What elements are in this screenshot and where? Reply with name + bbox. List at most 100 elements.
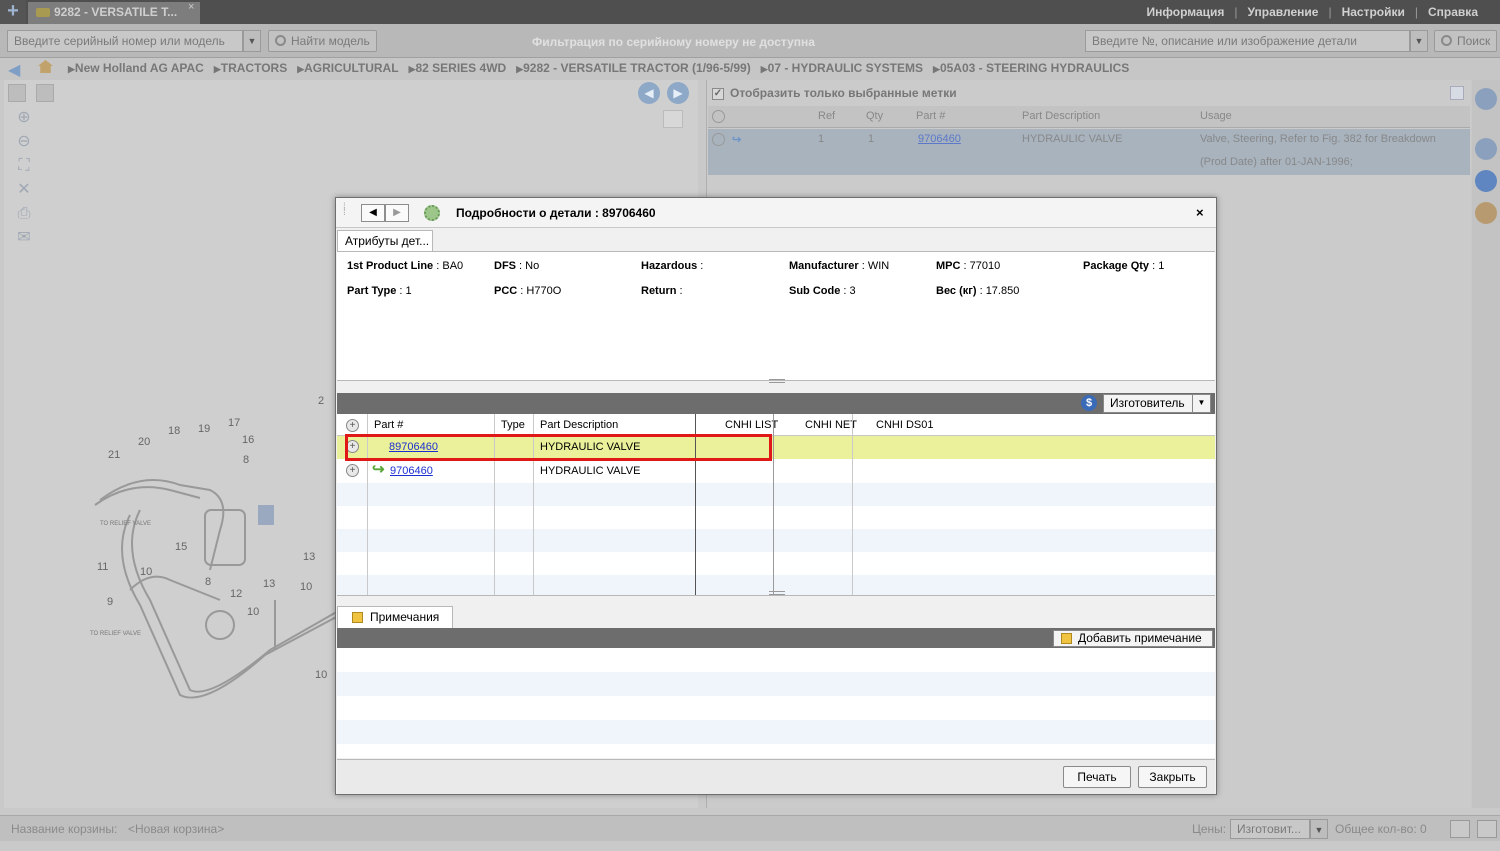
panel-toggle-icon[interactable] — [663, 110, 683, 128]
prev-part-button[interactable]: ◀ — [361, 204, 385, 222]
attr-return: Return : — [641, 285, 683, 297]
parts-toolbar: $ Изготовитель ▼ — [337, 393, 1215, 414]
attr-pcc: PCC : H770O — [494, 285, 562, 297]
panel-menu-icon[interactable] — [1450, 86, 1464, 100]
col-part: Part # — [916, 110, 946, 122]
menu-help[interactable]: Справка — [1428, 5, 1478, 19]
table-row[interactable]: + ↪ 9706460 HYDRAULIC VALVE — [337, 459, 1215, 482]
menu-settings[interactable]: Настройки — [1342, 5, 1405, 19]
prev-page-icon[interactable]: ◀ — [638, 82, 660, 104]
col-desc: Part Description — [1022, 110, 1101, 122]
manufacturer-select[interactable]: Изготовитель ▼ — [1103, 394, 1211, 413]
add-tab-button[interactable]: + — [0, 0, 26, 24]
dialog-title: Подробности о детали : 89706460 — [456, 206, 656, 220]
drag-handle-icon[interactable]: ⁞ ⁞ — [343, 203, 346, 218]
menu-info[interactable]: Информация — [1147, 5, 1225, 19]
add-icon[interactable] — [712, 133, 725, 146]
zoom-in-icon[interactable]: ⊕ — [14, 108, 34, 128]
tab-notes[interactable]: Примечания — [337, 606, 453, 629]
tab-attributes[interactable]: Атрибуты дет... — [337, 230, 433, 252]
breadcrumb-item[interactable]: 07 - HYDRAULIC SYSTEMS — [761, 61, 923, 75]
part-search-dropdown-button[interactable]: ▼ — [1410, 30, 1428, 52]
zoom-out-icon[interactable]: ⊖ — [14, 132, 34, 152]
print-button[interactable]: Печать — [1063, 766, 1131, 788]
resize-handle[interactable] — [769, 591, 785, 595]
diagram-callout: 20 — [138, 436, 150, 448]
part-link[interactable]: 9706460 — [390, 465, 433, 477]
print-icon[interactable]: ⎙ — [14, 204, 34, 224]
checkbox-icon[interactable]: ✓ — [712, 87, 724, 100]
cart-name[interactable]: <Новая корзина> — [128, 822, 224, 836]
note-icon — [352, 612, 363, 623]
diagram-callout: 11 — [97, 561, 108, 573]
search-icon[interactable] — [1475, 88, 1497, 110]
expand-icon[interactable] — [8, 84, 26, 102]
breadcrumb-item[interactable]: 82 SERIES 4WD — [409, 61, 506, 75]
mail-icon[interactable]: ✉ — [14, 228, 34, 248]
user-icon[interactable] — [1475, 202, 1497, 224]
close-button[interactable]: Закрыть — [1138, 766, 1207, 788]
resize-handle[interactable] — [769, 379, 785, 383]
diagram-callout: 13 — [303, 551, 315, 563]
find-model-button[interactable]: Найти модель — [268, 30, 377, 52]
add-note-button[interactable]: Добавить примечание — [1053, 630, 1213, 647]
breadcrumb-item[interactable]: TRACTORS — [214, 61, 287, 75]
breadcrumb-item[interactable]: AGRICULTURAL — [297, 61, 398, 75]
menu-manage[interactable]: Управление — [1248, 5, 1319, 19]
filter-message: Фильтрация по серийному номеру не доступ… — [532, 35, 815, 49]
cell-qty: 1 — [868, 133, 875, 145]
window-icon[interactable] — [1450, 820, 1470, 838]
collapse-icon[interactable] — [36, 84, 54, 102]
cart-icon[interactable]: ↪ — [732, 133, 741, 146]
globe-icon[interactable] — [1475, 138, 1497, 160]
part-description: HYDRAULIC VALVE — [540, 465, 641, 477]
back-arrow-icon[interactable]: ◀ — [8, 60, 20, 80]
diagram-callout: 12 — [230, 588, 242, 600]
total-qty: Общее кол-во: 0 — [1335, 822, 1427, 836]
add-icon[interactable] — [712, 110, 725, 123]
tab-model[interactable]: 9282 - VERSATILE T... — [28, 2, 200, 24]
next-part-button[interactable]: ▶ — [385, 204, 409, 222]
col-description: Part Description — [540, 414, 619, 436]
cart-icon[interactable] — [1477, 820, 1497, 838]
col-ref: Ref — [818, 110, 836, 122]
cell-part-link[interactable]: 9706460 — [918, 133, 961, 145]
clear-icon[interactable]: ✕ — [14, 180, 34, 200]
search-icon — [275, 35, 286, 46]
only-selected-toggle[interactable]: ✓ Отобразить только выбранные метки — [712, 86, 957, 100]
prices-select[interactable]: Изготовит... — [1230, 819, 1310, 839]
breadcrumb-item[interactable]: New Holland AG APAC — [68, 61, 204, 75]
attr-hazardous: Hazardous : — [641, 260, 704, 272]
search-button[interactable]: Поиск — [1434, 30, 1498, 52]
notes-toolbar: Добавить примечание — [337, 628, 1215, 648]
prices-dropdown-button[interactable]: ▼ — [1310, 819, 1328, 839]
diagram-callout: 15 — [175, 541, 187, 553]
table-row[interactable]: ↪ 1 1 9706460 HYDRAULIC VALVE Valve, Ste… — [708, 129, 1470, 152]
add-icon[interactable]: + — [346, 464, 359, 477]
currency-icon[interactable]: $ — [1081, 395, 1097, 411]
add-icon[interactable]: + — [346, 419, 359, 432]
parts-diagram: 2 17 19 18 16 20 21 8 1 15 13 11 10 9 12… — [90, 395, 341, 699]
serial-dropdown-button[interactable]: ▼ — [243, 30, 261, 52]
col-cnhi-ds01: CNHI DS01 — [876, 414, 934, 436]
diagram-callout: 8 — [205, 576, 211, 588]
dialog-titlebar[interactable]: ⁞ ⁞ ◀ ▶ Подробности о детали : 89706460 × — [336, 198, 1216, 228]
diagram-callout: 2 — [318, 395, 324, 407]
chevron-down-icon[interactable]: ▼ — [1192, 395, 1210, 412]
attr-part-type: Part Type : 1 — [347, 285, 412, 297]
part-search-input[interactable]: Введите №, описание или изображение дета… — [1085, 30, 1410, 52]
fit-icon[interactable]: ⛶ — [14, 156, 34, 176]
breadcrumb-item[interactable]: 9282 - VERSATILE TRACTOR (1/96-5/99) — [516, 61, 751, 75]
parts-list-header: Ref Qty Part # Part Description Usage — [708, 106, 1470, 128]
tab-close-icon[interactable]: × — [188, 1, 194, 13]
col-qty: Qty — [866, 110, 884, 122]
info-icon[interactable] — [1475, 170, 1497, 192]
next-page-icon[interactable]: ▶ — [667, 82, 689, 104]
breadcrumb-item[interactable]: 05A03 - STEERING HYDRAULICS — [933, 61, 1129, 75]
serial-input[interactable]: Введите серийный номер или модель — [7, 30, 243, 52]
top-menu: Информация | Управление | Настройки | Справ… — [1146, 5, 1478, 19]
col-cnhi-net: CNHI NET — [805, 414, 857, 436]
settings-gear-icon[interactable] — [424, 205, 440, 221]
diagram-callout: 16 — [242, 434, 254, 446]
close-icon[interactable]: × — [1196, 205, 1204, 220]
